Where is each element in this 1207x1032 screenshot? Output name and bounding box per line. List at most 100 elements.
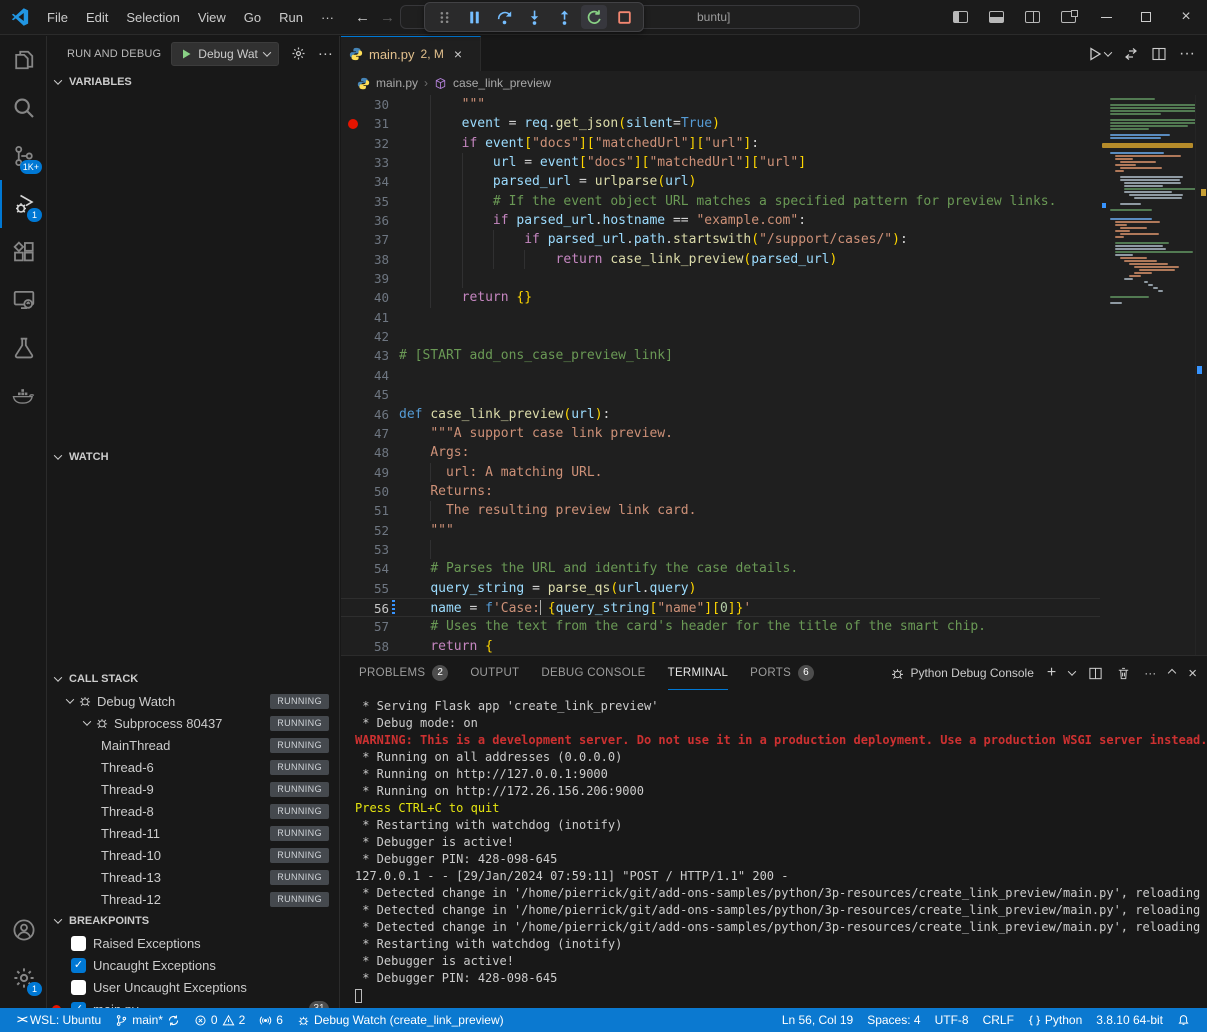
breakpoint-gutter[interactable] bbox=[341, 153, 363, 172]
activity-item-search[interactable] bbox=[0, 84, 47, 132]
callstack-row-mainthread[interactable]: MainThreadRUNNING bbox=[47, 734, 339, 756]
terminal-output[interactable]: * Serving Flask app 'create_link_preview… bbox=[341, 690, 1207, 1004]
terminal-instance-python-debug-console[interactable]: Python Debug Console bbox=[890, 666, 1033, 681]
activity-item-testing[interactable] bbox=[0, 324, 47, 372]
callstack-row-thread-13[interactable]: Thread-13RUNNING bbox=[47, 866, 339, 888]
activity-item-manage[interactable]: 1 bbox=[0, 954, 47, 1002]
statusbar-notifications-bell[interactable] bbox=[1170, 1013, 1197, 1026]
breakpoint-gutter[interactable] bbox=[341, 114, 363, 133]
statusbar-eol[interactable]: CRLF bbox=[976, 1013, 1021, 1027]
breakpoint-gutter[interactable] bbox=[341, 617, 363, 636]
panel-tab-ports[interactable]: PORTS6 bbox=[750, 656, 814, 690]
breakpoint-gutter[interactable] bbox=[341, 211, 363, 230]
activity-item-run-and-debug[interactable]: 1 bbox=[0, 180, 47, 228]
kill-terminal-icon[interactable] bbox=[1116, 666, 1131, 681]
debug-configuration-dropdown[interactable]: Debug Wat bbox=[171, 42, 279, 66]
open-changes-icon[interactable] bbox=[1123, 46, 1139, 62]
breakpoint-gutter[interactable] bbox=[341, 308, 363, 327]
breakpoint-gutter[interactable] bbox=[341, 559, 363, 578]
run-python-file-button[interactable] bbox=[1087, 46, 1111, 62]
section-breakpoints[interactable]: BREAKPOINTS bbox=[47, 910, 339, 932]
breakpoint-gutter[interactable] bbox=[341, 288, 363, 307]
split-editor-icon[interactable] bbox=[1151, 46, 1167, 62]
statusbar-encoding[interactable]: UTF-8 bbox=[928, 1013, 976, 1027]
breakpoint-gutter[interactable] bbox=[341, 385, 363, 404]
activity-item-explorer[interactable] bbox=[0, 36, 47, 84]
breakpoint-gutter[interactable] bbox=[341, 134, 363, 153]
breakpoint-gutter[interactable] bbox=[341, 405, 363, 424]
overview-ruler-scrollbar[interactable] bbox=[1195, 95, 1207, 655]
breakpoint-gutter[interactable] bbox=[341, 521, 363, 540]
statusbar-problems-status[interactable]: 02 bbox=[187, 1013, 252, 1027]
activity-item-extensions[interactable] bbox=[0, 228, 47, 276]
minimap[interactable] bbox=[1100, 95, 1195, 655]
breadcrumb-file[interactable]: main.py bbox=[376, 76, 418, 90]
breakpoint-gutter[interactable] bbox=[341, 482, 363, 501]
breakpoint-gutter[interactable] bbox=[341, 172, 363, 191]
statusbar-indentation[interactable]: Spaces: 4 bbox=[860, 1013, 927, 1027]
menu-item[interactable]: ··· bbox=[312, 6, 343, 29]
statusbar-remote-indicator[interactable]: ><WSL: Ubuntu bbox=[10, 1013, 108, 1027]
activity-item-source-control[interactable]: 1K+ bbox=[0, 132, 47, 180]
terminal-dropdown-chevron-icon[interactable] bbox=[1068, 667, 1076, 675]
toggle-panel-icon[interactable] bbox=[981, 4, 1011, 30]
new-terminal-plus-icon[interactable]: + bbox=[1047, 664, 1056, 682]
editor-more-actions-icon[interactable]: ··· bbox=[1179, 45, 1195, 63]
statusbar-python-version[interactable]: 3.8.10 64-bit bbox=[1089, 1013, 1170, 1027]
callstack-row-thread-6[interactable]: Thread-6RUNNING bbox=[47, 756, 339, 778]
breakpoint-gutter[interactable] bbox=[341, 424, 363, 443]
breakpoint-gutter[interactable] bbox=[341, 346, 363, 365]
breakpoint-gutter[interactable] bbox=[341, 501, 363, 520]
breakpoint-checkbox[interactable] bbox=[71, 936, 86, 951]
activity-item-remote-explorer[interactable] bbox=[0, 276, 47, 324]
breakpoint-gutter[interactable] bbox=[341, 230, 363, 249]
section-watch[interactable]: WATCH bbox=[47, 446, 339, 468]
menu-go[interactable]: Go bbox=[235, 6, 270, 29]
statusbar-cursor-position[interactable]: Ln 56, Col 19 bbox=[775, 1013, 860, 1027]
breadcrumb-symbol[interactable]: case_link_preview bbox=[453, 76, 551, 90]
toolbar-drag-handle[interactable] bbox=[431, 5, 457, 29]
panel-tab-problems[interactable]: PROBLEMS2 bbox=[359, 656, 448, 690]
debug-settings-gear-icon[interactable] bbox=[291, 46, 306, 61]
step-into-button[interactable] bbox=[521, 5, 547, 29]
toggle-primary-sidebar-icon[interactable] bbox=[945, 4, 975, 30]
breakpoint-row-raised-exceptions[interactable]: Raised Exceptions bbox=[47, 932, 339, 954]
callstack-row-thread-9[interactable]: Thread-9RUNNING bbox=[47, 778, 339, 800]
tab-close-icon[interactable]: × bbox=[454, 46, 462, 62]
callstack-row-debug-watch[interactable]: Debug WatchRUNNING bbox=[47, 690, 339, 712]
toggle-secondary-sidebar-icon[interactable] bbox=[1017, 4, 1047, 30]
menu-edit[interactable]: Edit bbox=[77, 6, 117, 29]
breakpoint-gutter[interactable] bbox=[341, 250, 363, 269]
tab-main-py[interactable]: main.py 2, M × bbox=[341, 36, 481, 71]
callstack-row-subprocess-80437[interactable]: Subprocess 80437RUNNING bbox=[47, 712, 339, 734]
customize-layout-icon[interactable] bbox=[1053, 4, 1083, 30]
callstack-row-thread-10[interactable]: Thread-10RUNNING bbox=[47, 844, 339, 866]
statusbar-language-python[interactable]: Python bbox=[1021, 1013, 1089, 1027]
breakpoint-gutter[interactable] bbox=[341, 637, 363, 655]
panel-tab-terminal[interactable]: TERMINAL bbox=[668, 656, 729, 690]
breakpoint-checkbox[interactable]: ✓ bbox=[71, 958, 86, 973]
statusbar-ports-status[interactable]: 6 bbox=[252, 1013, 290, 1027]
menu-view[interactable]: View bbox=[189, 6, 235, 29]
breakpoint-gutter[interactable] bbox=[341, 443, 363, 462]
start-debug-icon[interactable] bbox=[180, 48, 192, 60]
breakpoint-gutter[interactable] bbox=[341, 579, 363, 598]
close-panel-icon[interactable]: × bbox=[1188, 665, 1197, 682]
breakpoint-row-main-py[interactable]: ✓main.py31 bbox=[47, 998, 339, 1008]
step-out-button[interactable] bbox=[551, 5, 577, 29]
statusbar-branch-status[interactable]: main* bbox=[108, 1013, 187, 1027]
breakpoint-row-uncaught-exceptions[interactable]: ✓Uncaught Exceptions bbox=[47, 954, 339, 976]
callstack-row-thread-8[interactable]: Thread-8RUNNING bbox=[47, 800, 339, 822]
window-close-button[interactable]: × bbox=[1169, 2, 1203, 32]
panel-tab-output[interactable]: OUTPUT bbox=[470, 656, 519, 690]
code-editor[interactable]: 30 """31 event = req.get_json(silent=Tru… bbox=[341, 95, 1100, 655]
breakpoint-gutter[interactable] bbox=[341, 95, 363, 114]
breakpoint-gutter[interactable] bbox=[341, 192, 363, 211]
maximize-panel-icon[interactable] bbox=[1168, 669, 1176, 677]
breakpoint-row-user-uncaught-exceptions[interactable]: User Uncaught Exceptions bbox=[47, 976, 339, 998]
callstack-row-thread-12[interactable]: Thread-12RUNNING bbox=[47, 888, 339, 910]
panel-tab-debug-console[interactable]: DEBUG CONSOLE bbox=[541, 656, 645, 690]
activity-item-docker[interactable] bbox=[0, 372, 47, 420]
menu-file[interactable]: File bbox=[38, 6, 77, 29]
pause-button[interactable] bbox=[461, 5, 487, 29]
